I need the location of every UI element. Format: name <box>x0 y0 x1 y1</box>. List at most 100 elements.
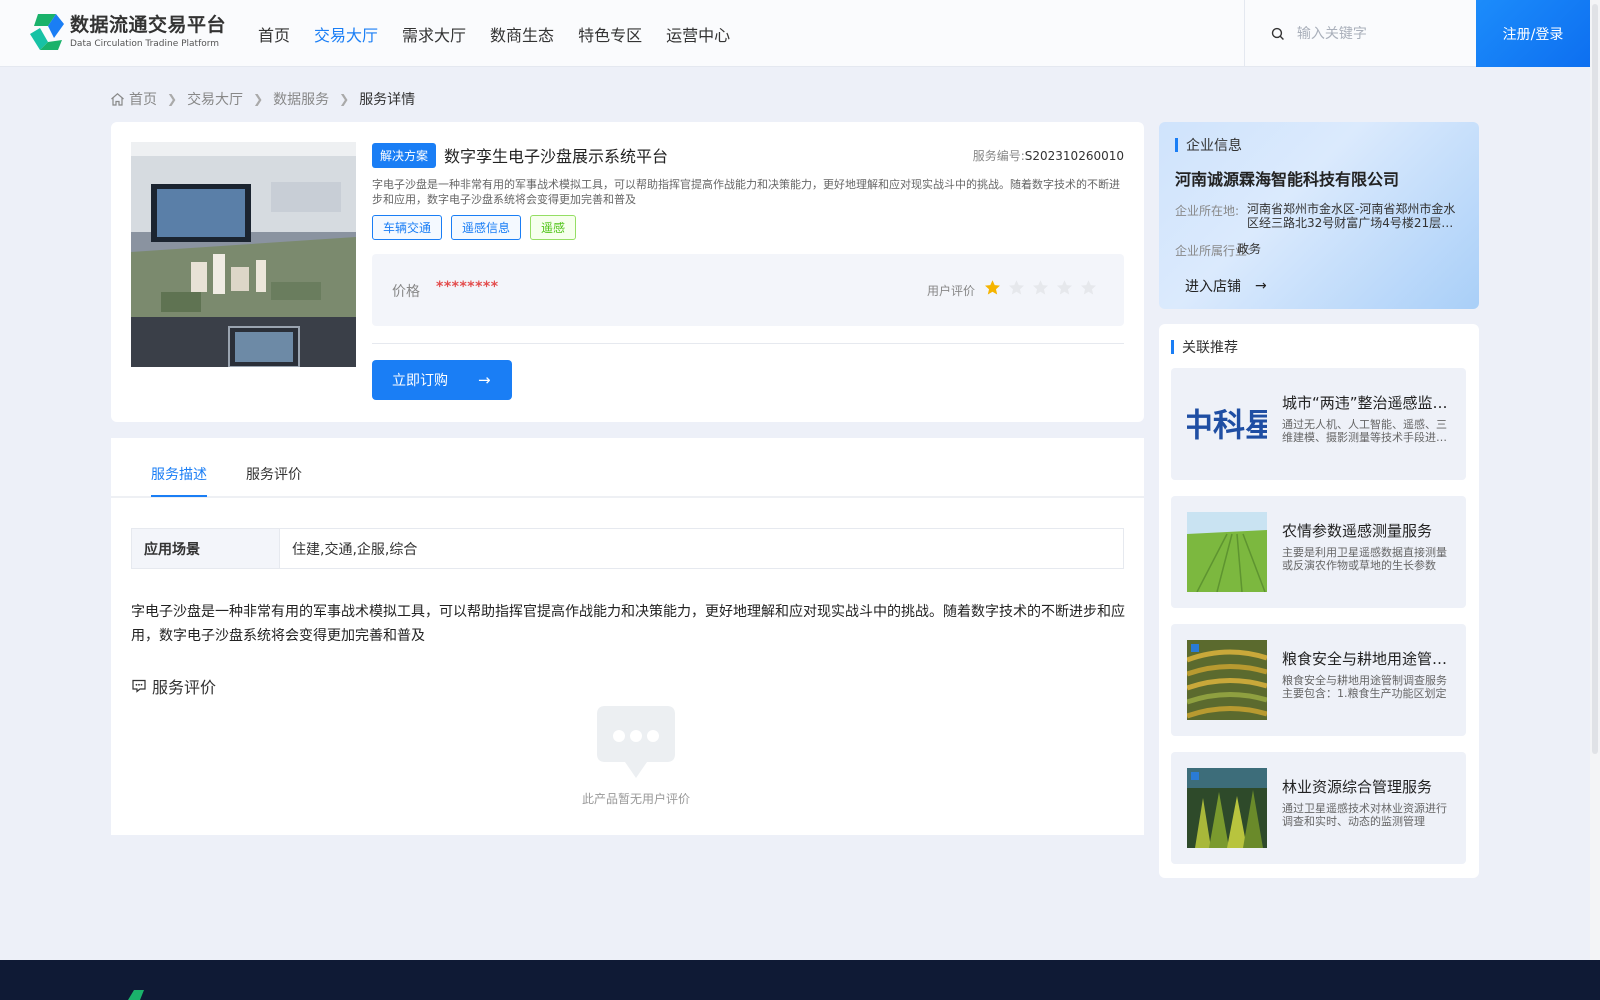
home-icon <box>111 92 124 106</box>
product-description: 字电子沙盘是一种非常有用的军事战术模拟工具，可以帮助指挥官提高作战能力和决策能力… <box>372 178 1120 206</box>
chevron-right-icon: ❯ <box>167 92 178 106</box>
scrollbar-thumb[interactable] <box>1592 4 1598 754</box>
related-title: 农情参数遥感测量服务 <box>1282 522 1433 540</box>
thumb-logo-text: 中科星 <box>1187 406 1267 444</box>
tag-vehicle-traffic[interactable]: 车辆交通 <box>372 215 443 240</box>
related-title: 粮食安全与耕地用途管制调查服务 <box>1282 650 1452 668</box>
price-label: 价格 <box>392 284 420 300</box>
star-empty-icon <box>1009 280 1024 295</box>
nav-trading-hall[interactable]: 交易大厅 <box>314 22 378 46</box>
divider <box>372 343 1124 344</box>
breadcrumb-home[interactable]: 首页 <box>129 89 157 109</box>
rating-label: 用户评价 <box>927 284 976 298</box>
breadcrumb-current: 服务详情 <box>359 92 416 108</box>
product-info: 解决方案 数字孪生电子沙盘展示系统平台 服务编号:S202310260010 字… <box>372 142 1124 400</box>
nav-home[interactable]: 首页 <box>258 22 290 46</box>
page-footer <box>0 960 1600 1000</box>
product-title: 数字孪生电子沙盘展示系统平台 <box>444 147 669 166</box>
service-number: 服务编号:S202310260010 <box>973 147 1124 164</box>
empty-comment-icon <box>597 706 675 778</box>
related-section-title: 关联推荐 <box>1171 337 1238 357</box>
service-number-label: 服务编号: <box>972 148 1025 163</box>
search-icon[interactable] <box>1271 27 1285 41</box>
tab-service-description[interactable]: 服务描述 <box>151 464 207 484</box>
site-logo[interactable]: 数据流通交易平台 Data Circulation Tradine Platfo… <box>28 12 226 52</box>
tag-remote-sensing[interactable]: 遥感 <box>530 215 577 240</box>
related-thumbnail <box>1187 640 1267 720</box>
empty-reviews-text: 此产品暂无用户评价 <box>581 792 690 806</box>
related-description: 通过卫星遥感技术对林业资源进行调查和实时、动态的监测管理 <box>1282 802 1447 828</box>
search-input[interactable] <box>1296 25 1476 42</box>
chevron-right-icon: ❯ <box>339 92 350 106</box>
nav-demand-hall[interactable]: 需求大厅 <box>402 22 466 46</box>
detail-tabs: 服务描述 服务评价 <box>111 438 1144 498</box>
empty-reviews: 此产品暂无用户评价 <box>571 702 701 807</box>
related-description: 通过无人机、人工智能、遥感、三维建模、摄影测量等技术手段进行监测 <box>1282 418 1447 444</box>
star-empty-icon <box>1081 280 1096 295</box>
star-filled-icon <box>985 280 1000 295</box>
star-empty-icon <box>1057 280 1072 295</box>
review-title: 服务评价 <box>152 678 217 697</box>
enterprise-name: 河南诚源霖海智能科技有限公司 <box>1175 170 1400 189</box>
related-item[interactable]: 农情参数遥感测量服务 主要是利用卫星遥感数据直接测量或反演农作物或草地的生长参数 <box>1171 496 1466 608</box>
nav-ecosystem[interactable]: 数商生态 <box>490 22 554 46</box>
tag-remote-sensing-info[interactable]: 遥感信息 <box>451 215 522 240</box>
arrow-right-icon: → <box>1255 278 1267 294</box>
related-item[interactable]: 中科星 城市“两违”整治遥感监测服务 通过无人机、人工智能、遥感、三维建模、摄影… <box>1171 368 1466 480</box>
tag-list: 车辆交通 遥感信息 遥感 <box>372 215 1124 240</box>
main-nav: 首页 交易大厅 需求大厅 数商生态 特色专区 运营中心 <box>258 22 754 46</box>
breadcrumb: 首页 ❯ 交易大厅 ❯ 数据服务 ❯ 服务详情 <box>110 89 415 109</box>
related-thumbnail <box>1187 768 1267 848</box>
service-number-value: S202310260010 <box>1024 148 1124 163</box>
enter-shop-label: 进入店铺 <box>1185 279 1241 295</box>
location-value: 河南省郑州市金水区-河南省郑州市金水区经三路北32号财富广场4号楼21层2102… <box>1247 202 1456 230</box>
related-thumbnail <box>1187 512 1267 592</box>
active-tab-indicator <box>151 495 207 497</box>
arrow-right-icon: → <box>478 371 491 389</box>
related-item[interactable]: 粮食安全与耕地用途管制调查服务 粮食安全与耕地用途管制调查服务主要包含：1.粮食… <box>1171 624 1466 736</box>
footer-logo-icon <box>128 990 144 1000</box>
application-scene-row: 应用场景 住建,交通,企服,综合 <box>131 528 1124 569</box>
comment-icon <box>132 679 146 693</box>
industry-value: 政务 <box>1237 242 1262 256</box>
enterprise-section-label: 企业信息 <box>1186 138 1242 154</box>
buy-now-button[interactable]: 立即订购 → <box>372 360 512 400</box>
star-empty-icon <box>1033 280 1048 295</box>
type-badge: 解决方案 <box>372 142 437 168</box>
logo-subtitle: Data Circulation Tradine Platform <box>70 39 220 49</box>
related-item[interactable]: 林业资源综合管理服务 通过卫星遥感技术对林业资源进行调查和实时、动态的监测管理 <box>1171 752 1466 864</box>
rating-stars <box>984 279 1104 296</box>
scene-key: 应用场景 <box>132 529 280 568</box>
buy-now-label: 立即订购 <box>392 373 448 389</box>
enterprise-section-title: 企业信息 <box>1175 135 1242 155</box>
service-long-description: 字电子沙盘是一种非常有用的军事战术模拟工具，可以帮助指挥官提高作战能力和决策能力… <box>131 604 1125 644</box>
related-title: 城市“两违”整治遥感监测服务 <box>1282 394 1452 412</box>
related-thumbnail: 中科星 <box>1187 384 1267 464</box>
title-accent-bar <box>1175 138 1178 152</box>
tab-service-reviews[interactable]: 服务评价 <box>246 464 302 484</box>
nav-operation-center[interactable]: 运营中心 <box>666 22 730 46</box>
logo-title: 数据流通交易平台 <box>70 14 227 36</box>
scene-value: 住建,交通,企服,综合 <box>292 541 418 558</box>
related-description: 主要是利用卫星遥感数据直接测量或反演农作物或草地的生长参数 <box>1282 546 1447 572</box>
top-header: 数据流通交易平台 Data Circulation Tradine Platfo… <box>0 0 1590 67</box>
title-accent-bar <box>1171 340 1174 354</box>
product-image <box>131 142 356 367</box>
related-title: 林业资源综合管理服务 <box>1282 778 1433 796</box>
nav-special-zone[interactable]: 特色专区 <box>578 22 642 46</box>
product-card: 解决方案 数字孪生电子沙盘展示系统平台 服务编号:S202310260010 字… <box>111 122 1144 422</box>
breadcrumb-trading-hall[interactable]: 交易大厅 <box>187 89 243 109</box>
enterprise-location-row: 企业所在地: 河南省郑州市金水区-河南省郑州市金水区经三路北32号财富广场4号楼… <box>1175 202 1467 230</box>
breadcrumb-data-service[interactable]: 数据服务 <box>273 89 329 109</box>
price-value: ******** <box>436 279 499 295</box>
page-scrollbar[interactable] <box>1590 0 1600 960</box>
chevron-right-icon: ❯ <box>253 92 264 106</box>
location-label: 企业所在地: <box>1175 204 1240 218</box>
review-section-title: 服务评价 <box>131 674 216 698</box>
login-register-button[interactable]: 注册/登录 <box>1476 0 1590 67</box>
description-card: 服务描述 服务评价 应用场景 住建,交通,企服,综合 字电子沙盘是一种非常有用的… <box>111 438 1144 835</box>
related-recommendations: 关联推荐 中科星 城市“两违”整治遥感监测服务 通过无人机、人工智能、遥感、三维… <box>1159 324 1479 878</box>
related-section-label: 关联推荐 <box>1182 340 1238 356</box>
price-panel: 价格 ******** 用户评价 <box>372 254 1124 326</box>
enter-shop-link[interactable]: 进入店铺 → <box>1185 276 1267 296</box>
